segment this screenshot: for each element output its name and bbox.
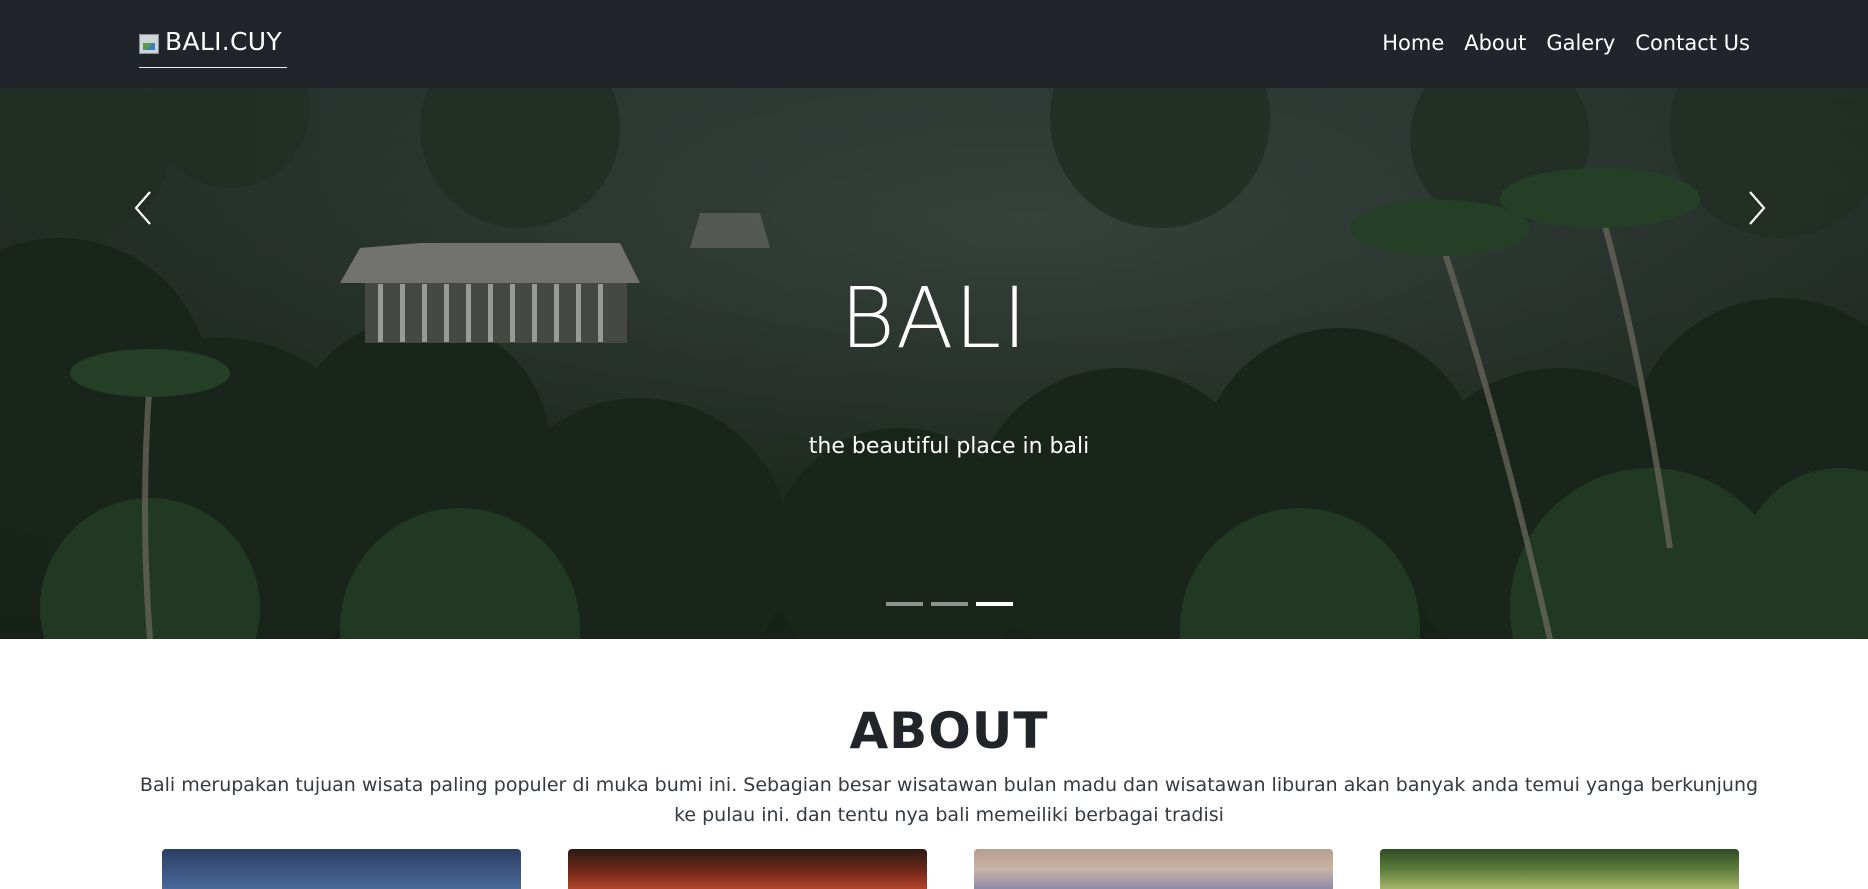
- chevron-left-icon: [134, 191, 151, 225]
- carousel-indicators: [886, 602, 1013, 606]
- nav-link-contact[interactable]: Contact Us: [1635, 26, 1750, 60]
- brand-link[interactable]: BALI.CUY: [139, 22, 287, 68]
- carousel-indicator-3[interactable]: [976, 602, 1013, 606]
- carousel-next-button[interactable]: [1737, 176, 1777, 240]
- brand-name: BALI.CUY: [165, 27, 282, 56]
- nav-link-galery[interactable]: Galery: [1546, 26, 1615, 60]
- hero-title: BALI: [839, 269, 1029, 367]
- nav-links: Home About Galery Contact Us: [1382, 26, 1750, 60]
- navbar: BALI.CUY Home About Galery Contact Us: [0, 0, 1868, 88]
- carousel-prev-button[interactable]: [123, 176, 163, 240]
- about-title: ABOUT: [849, 702, 1049, 760]
- carousel-indicator-2[interactable]: [931, 602, 968, 606]
- about-card-image-2[interactable]: [568, 849, 927, 889]
- carousel-indicator-1[interactable]: [886, 602, 923, 606]
- broken-image-icon: [139, 34, 159, 54]
- about-text: Bali merupakan tujuan wisata paling popu…: [139, 774, 1759, 826]
- about-card-image-4[interactable]: [1380, 849, 1739, 889]
- about-card-image-1[interactable]: [162, 849, 521, 889]
- chevron-right-icon: [1749, 191, 1766, 225]
- nav-link-about[interactable]: About: [1464, 26, 1526, 60]
- about-cards: [162, 849, 1739, 889]
- nav-link-home[interactable]: Home: [1382, 26, 1444, 60]
- about-card-image-3[interactable]: [974, 849, 1333, 889]
- hero-carousel: BALI the beautiful place in bali: [0, 88, 1868, 639]
- hero-subtitle: the beautiful place in bali: [808, 434, 1090, 459]
